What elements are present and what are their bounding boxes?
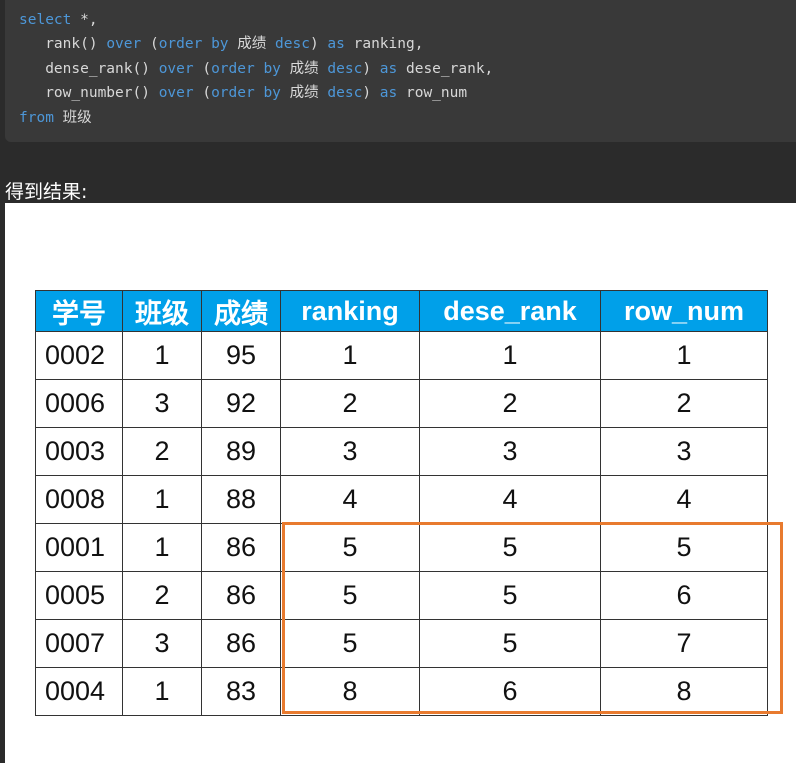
sql-keyword: order by <box>211 60 281 77</box>
sql-text: ) <box>362 85 380 102</box>
sql-keyword: select <box>19 12 72 28</box>
sql-text: 成绩 <box>280 60 328 77</box>
sql-text: ) <box>309 36 328 53</box>
table-cell: 0003 <box>35 427 123 476</box>
sql-keyword: over <box>158 85 194 102</box>
table-cell: 1 <box>122 523 202 572</box>
sql-code: select *, rank() over (order by 成绩 desc)… <box>19 8 493 130</box>
table-cell: 0001 <box>35 523 123 572</box>
table-cell: 2 <box>122 571 202 620</box>
sql-text: ) <box>362 60 380 77</box>
table-row: 0003 2 89 3 3 3 <box>35 427 768 476</box>
table-cell: 3 <box>122 379 202 428</box>
code-block: select *, rank() over (order by 成绩 desc)… <box>5 0 796 142</box>
sql-text: row_number() <box>19 85 159 102</box>
table-cell: 0008 <box>35 475 123 524</box>
sql-text: ( <box>193 60 212 77</box>
table-cell: 2 <box>600 379 768 428</box>
table-cell: 2 <box>280 379 420 428</box>
sql-text: ( <box>193 85 212 102</box>
sql-keyword: as <box>379 60 398 77</box>
highlight-box <box>282 522 783 714</box>
table-cell: 2 <box>419 379 601 428</box>
table-cell: 88 <box>201 475 281 524</box>
sql-text: 班级 <box>53 109 92 126</box>
table-cell: 86 <box>201 571 281 620</box>
table-cell: 0004 <box>35 667 123 716</box>
table-cell: 1 <box>280 331 420 380</box>
table-row: 0008 1 88 4 4 4 <box>35 475 768 524</box>
sql-text: row_num <box>397 85 468 102</box>
table-cell: 3 <box>122 619 202 668</box>
table-row: 0006 3 92 2 2 2 <box>35 379 768 428</box>
sql-text: dese_rank, <box>397 60 494 77</box>
sql-text: dense_rank() <box>19 60 159 77</box>
table-cell: 1 <box>600 331 768 380</box>
table-cell: 0005 <box>35 571 123 620</box>
table-cell: 92 <box>201 379 281 428</box>
sql-keyword: from <box>19 109 54 126</box>
table-cell: 1 <box>122 331 202 380</box>
sql-keyword: over <box>106 36 142 53</box>
table-cell: 86 <box>201 523 281 572</box>
table-cell: 1 <box>122 667 202 716</box>
table-cell: 0002 <box>35 331 123 380</box>
sql-keyword: order by <box>158 36 229 53</box>
sql-keyword: as <box>379 85 398 102</box>
column-header: row_num <box>600 290 768 332</box>
sql-keyword: desc <box>327 85 363 102</box>
sql-text: rank() <box>19 36 107 53</box>
sql-text: ( <box>141 36 159 53</box>
sql-text: *, <box>71 12 98 28</box>
column-header: 班级 <box>122 290 202 332</box>
column-header: 学号 <box>35 290 123 332</box>
sql-keyword: as <box>327 36 345 53</box>
sql-text: 成绩 <box>280 85 328 102</box>
sql-text: 成绩 <box>228 36 276 53</box>
table-cell: 86 <box>201 619 281 668</box>
table-cell: 2 <box>122 427 202 476</box>
table-cell: 83 <box>201 667 281 716</box>
table-cell: 4 <box>280 475 420 524</box>
table-row: 0002 1 95 1 1 1 <box>35 331 768 380</box>
table-cell: 89 <box>201 427 281 476</box>
table-cell: 0006 <box>35 379 123 428</box>
column-header: dese_rank <box>419 290 601 332</box>
result-image: 学号 班级 成绩 ranking dese_rank row_num 0002 1 95 1 1 1… <box>5 203 796 763</box>
sql-keyword: desc <box>327 60 363 77</box>
table-cell: 0007 <box>35 619 123 668</box>
sql-keyword: over <box>158 60 194 77</box>
table-cell: 3 <box>600 427 768 476</box>
sql-keyword: order by <box>211 85 281 102</box>
table-cell: 3 <box>280 427 420 476</box>
table-cell: 4 <box>419 475 601 524</box>
sql-keyword: desc <box>275 36 310 53</box>
column-header: ranking <box>280 290 420 332</box>
table-cell: 1 <box>122 475 202 524</box>
column-header: 成绩 <box>201 290 281 332</box>
table-cell: 4 <box>600 475 768 524</box>
table-cell: 95 <box>201 331 281 380</box>
result-caption: 得到结果: <box>5 181 88 203</box>
table-cell: 1 <box>419 331 601 380</box>
sql-text: ranking, <box>344 36 424 53</box>
table-cell: 3 <box>419 427 601 476</box>
table-header: 学号 班级 成绩 ranking dese_rank row_num <box>35 290 768 332</box>
